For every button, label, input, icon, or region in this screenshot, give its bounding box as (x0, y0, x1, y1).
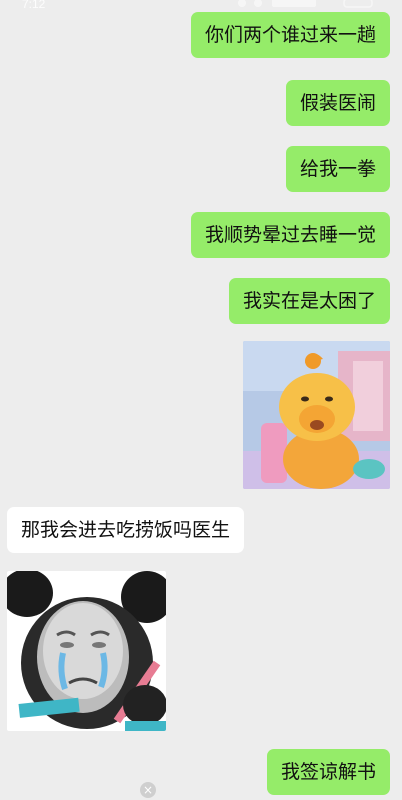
crying-panda-meme-sticker-icon[interactable] (7, 571, 166, 731)
message-bubble-sent[interactable]: 你们两个谁过来一趟 (190, 12, 390, 58)
message-bubble-sent[interactable]: 给我一拳 (285, 146, 390, 192)
close-icon[interactable]: × (140, 782, 156, 798)
message-bubble-sent[interactable]: 我签谅解书 (266, 749, 390, 795)
message-text: 我实在是太困了 (242, 290, 376, 312)
message-bubble-sent[interactable]: 我实在是太困了 (228, 278, 390, 324)
sticker-image (7, 571, 166, 731)
message-bubble-received[interactable]: 那我会进去吃捞饭吗医生 (7, 507, 245, 553)
status-icons (238, 0, 373, 8)
sticker-image (243, 341, 390, 489)
message-bubble-sent[interactable]: 我顺势晕过去睡一觉 (190, 212, 390, 258)
message-text: 给我一拳 (299, 158, 376, 180)
message-text: 我签谅解书 (280, 761, 376, 783)
status-time: 7:12 (22, 0, 46, 11)
tired-yellow-cartoon-sticker-icon[interactable] (243, 341, 390, 489)
message-bubble-sent[interactable]: 假装医闹 (285, 80, 390, 126)
message-text: 假装医闹 (299, 92, 376, 114)
message-text: 我顺势晕过去睡一觉 (204, 224, 376, 246)
message-text: 那我会进去吃捞饭吗医生 (21, 519, 231, 541)
message-text: 你们两个谁过来一趟 (204, 24, 376, 46)
